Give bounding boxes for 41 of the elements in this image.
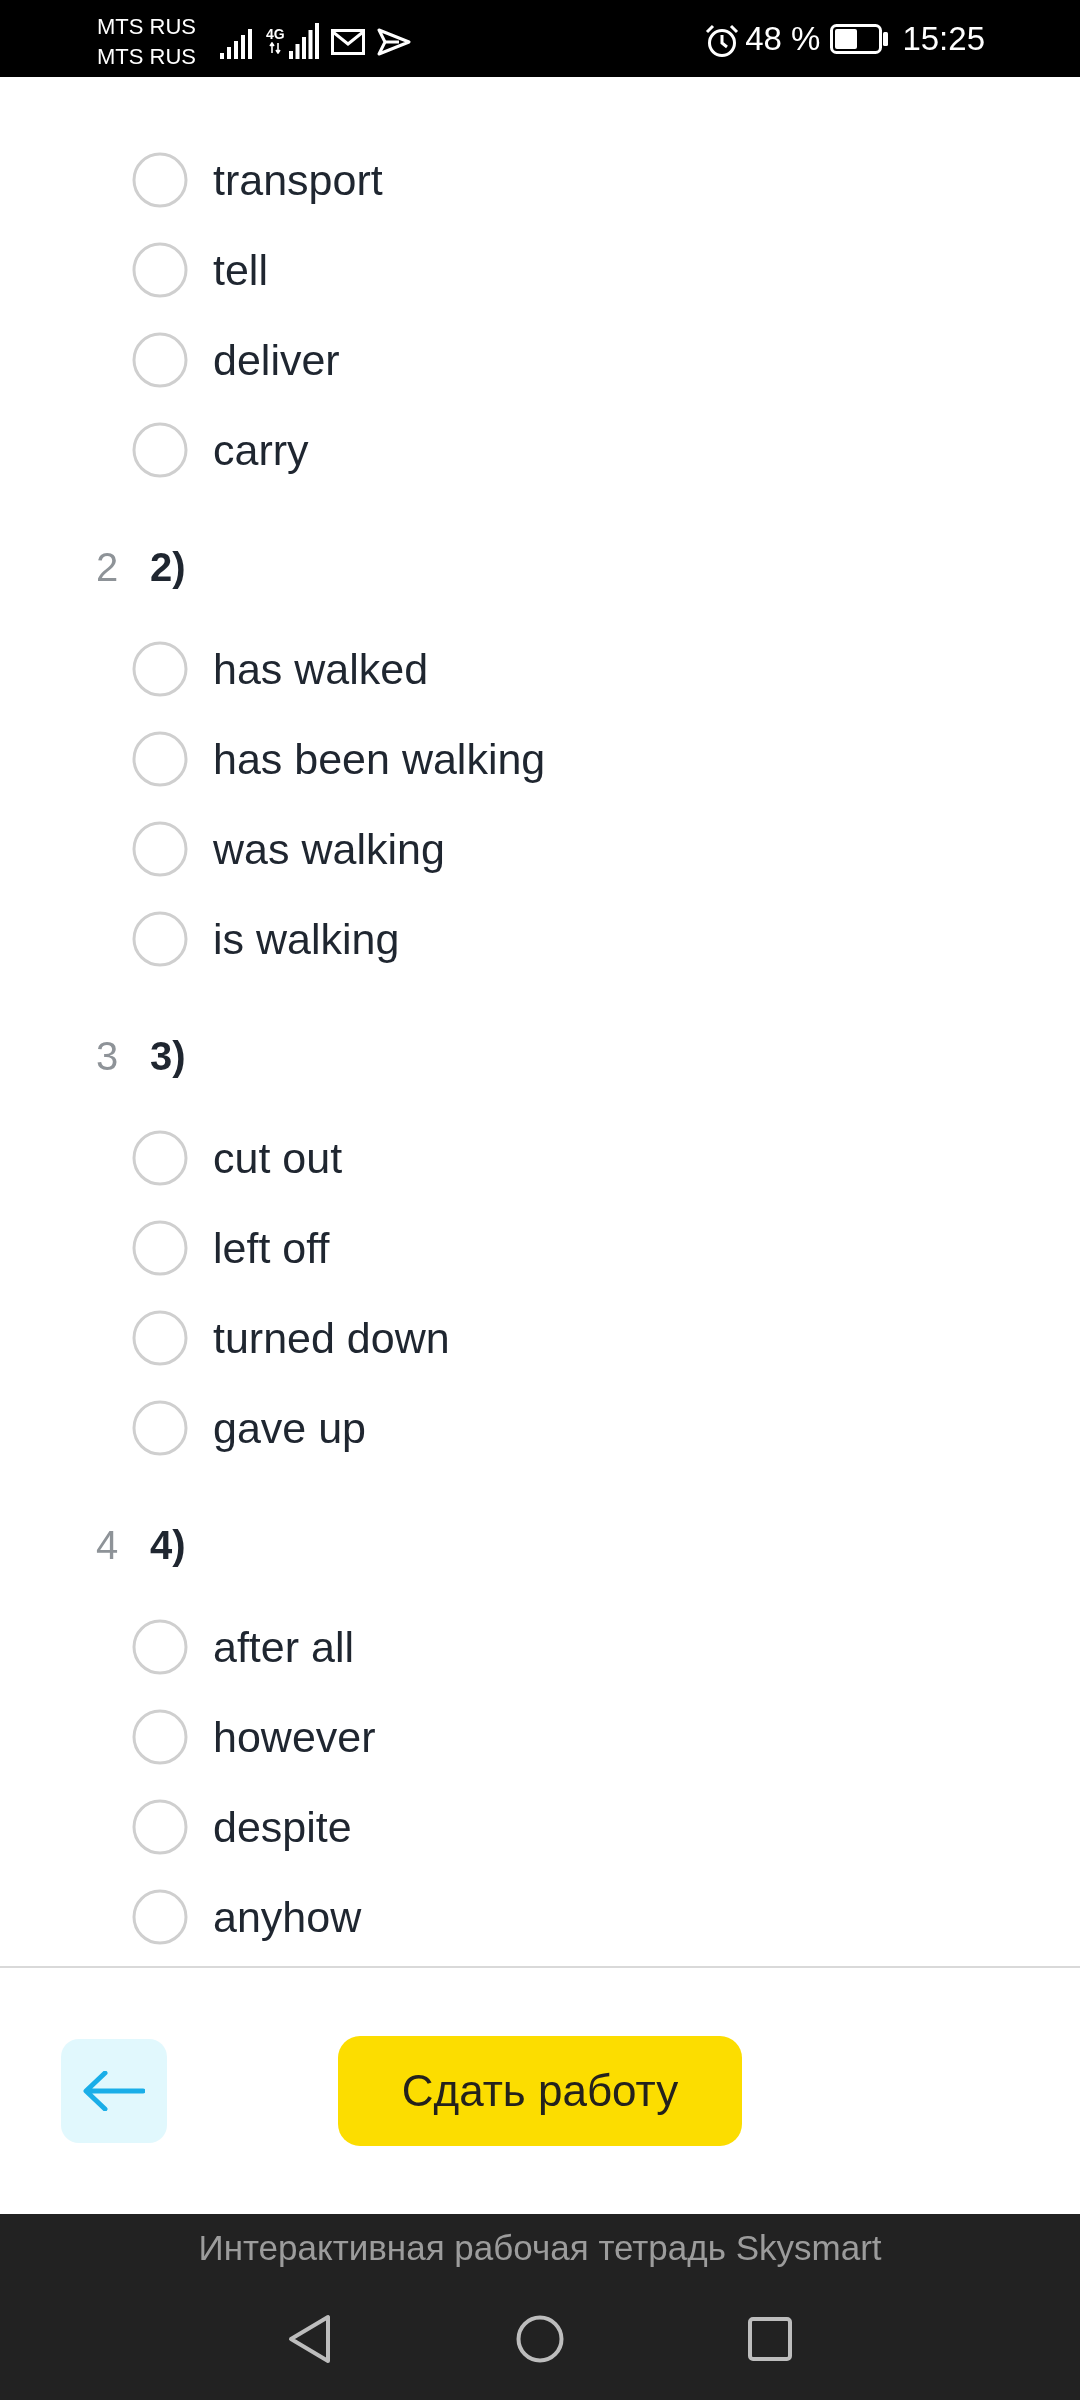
arrow-left-icon	[83, 2071, 145, 2111]
answer-option[interactable]: was walking	[132, 804, 445, 894]
back-icon[interactable]	[288, 2314, 332, 2364]
answer-option[interactable]: is walking	[132, 894, 400, 984]
signal-icon	[288, 22, 319, 59]
recent-apps-icon[interactable]	[748, 2317, 792, 2361]
answer-option[interactable]: left off	[132, 1203, 330, 1293]
data-arrows-icon	[269, 42, 282, 54]
signal-icon	[220, 28, 254, 59]
battery-percent: 48 %	[745, 19, 821, 58]
answer-option[interactable]: transport	[132, 135, 383, 225]
question-label: 4)	[150, 1522, 186, 1568]
question-number: 3	[96, 1033, 120, 1079]
answer-option[interactable]: deliver	[132, 315, 340, 405]
answer-option[interactable]: has been walking	[132, 714, 546, 804]
answer-option[interactable]: despite	[132, 1782, 352, 1872]
answer-option[interactable]: cut out	[132, 1113, 343, 1203]
answer-option[interactable]: after all	[132, 1602, 354, 1692]
question-label: 3)	[150, 1033, 186, 1079]
answer-option[interactable]: carry	[132, 405, 309, 495]
answer-option[interactable]: tell	[132, 225, 268, 315]
paper-plane-icon	[376, 27, 411, 56]
answer-option[interactable]: gave up	[132, 1383, 367, 1473]
clock-time: 15:25	[902, 19, 985, 58]
carrier-name: MTS RUS	[97, 12, 196, 41]
answer-option[interactable]: has walked	[132, 624, 429, 714]
answer-option[interactable]: anyhow	[132, 1872, 362, 1962]
back-button[interactable]	[61, 2039, 167, 2143]
home-icon[interactable]	[516, 2315, 564, 2363]
app-caption: Интерактивная рабочая тетрадь Skysmart	[198, 2227, 882, 2269]
alarm-clock-icon	[705, 23, 740, 58]
mail-icon	[330, 28, 365, 55]
question-label: 2)	[150, 544, 186, 590]
answer-option[interactable]: however	[132, 1692, 376, 1782]
battery-icon	[830, 23, 889, 54]
question-number: 4	[96, 1522, 120, 1568]
carrier-name: MTS RUS	[97, 42, 196, 71]
question-number: 2	[96, 544, 120, 590]
submit-button[interactable]: Сдать работу	[338, 2036, 742, 2146]
answer-option[interactable]: turned down	[132, 1293, 450, 1383]
network-type: 4G	[266, 27, 285, 42]
